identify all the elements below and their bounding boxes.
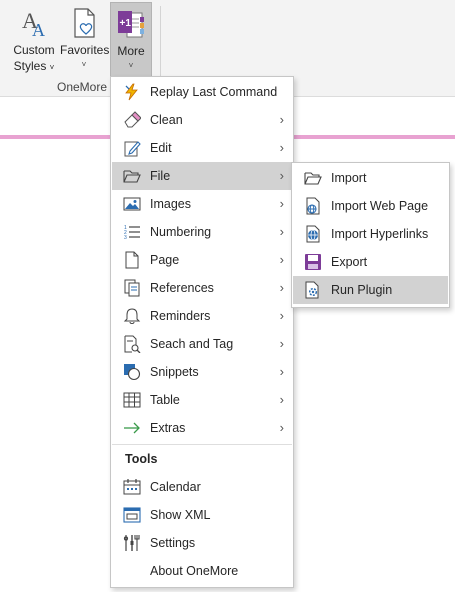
xml-window-icon — [123, 506, 141, 524]
save-export-icon — [304, 253, 322, 271]
chevron-right-icon: › — [279, 224, 284, 239]
web-page-icon — [304, 197, 322, 215]
numbered-list-icon: 1 2 3 — [123, 223, 141, 241]
chevron-right-icon: › — [279, 140, 284, 155]
chevron-right-icon: › — [279, 112, 284, 127]
pencil-icon — [123, 139, 141, 157]
chevron-right-icon: › — [279, 280, 284, 295]
page-icon — [123, 251, 141, 269]
lightning-icon — [123, 83, 141, 101]
table-icon — [123, 391, 141, 409]
menu-item-page[interactable]: Page › — [112, 246, 292, 274]
hyperlinks-icon — [304, 225, 322, 243]
menu-separator — [112, 444, 292, 445]
menu-item-show-xml[interactable]: Show XML — [112, 501, 292, 529]
svg-text:3: 3 — [124, 235, 127, 241]
svg-text:+1: +1 — [120, 18, 132, 29]
menu-item-settings[interactable]: Settings — [112, 529, 292, 557]
menu-item-numbering[interactable]: 1 2 3 Numbering › — [112, 218, 292, 246]
image-icon — [123, 195, 141, 213]
bell-icon — [123, 307, 141, 325]
favorites-icon — [69, 6, 99, 40]
custom-styles-icon: A A — [19, 6, 49, 40]
arrow-right-icon — [123, 419, 141, 437]
menu-item-calendar[interactable]: Calendar — [112, 473, 292, 501]
more-label: More — [117, 44, 145, 58]
submenu-item-import[interactable]: Import — [293, 164, 448, 192]
file-submenu: Import Import Web Page Import Hyperlinks — [291, 162, 450, 308]
menu-item-snippets[interactable]: Snippets › — [112, 358, 292, 386]
references-icon — [123, 279, 141, 297]
eraser-icon — [123, 111, 141, 129]
chevron-right-icon: › — [279, 336, 284, 351]
snippets-icon — [123, 363, 141, 381]
svg-text:A: A — [32, 20, 45, 40]
chevron-right-icon: › — [279, 196, 284, 211]
chevron-right-icon: › — [279, 392, 284, 407]
chevron-right-icon: › — [279, 168, 284, 183]
favorites-label: Favorites — [60, 43, 110, 57]
menu-item-file[interactable]: File › — [112, 162, 292, 190]
menu-item-about-onemore[interactable]: About OneMore — [112, 557, 292, 585]
custom-styles-label: Custom Styles ˅ — [13, 43, 55, 73]
search-tag-icon — [123, 335, 141, 353]
plugin-icon — [304, 281, 322, 299]
menu-item-reminders[interactable]: Reminders › — [112, 302, 292, 330]
chevron-down-icon: ˅ — [49, 63, 55, 72]
chevron-down-icon: ˅ — [128, 61, 134, 70]
menu-item-table[interactable]: Table › — [112, 386, 292, 414]
settings-tools-icon — [123, 534, 141, 552]
menu-item-clean[interactable]: Clean › — [112, 106, 292, 134]
chevron-right-icon: › — [279, 252, 284, 267]
menu-item-replay-last-command[interactable]: Replay Last Command — [112, 78, 292, 106]
submenu-item-import-hyperlinks[interactable]: Import Hyperlinks — [293, 220, 448, 248]
submenu-item-import-web-page[interactable]: Import Web Page — [293, 192, 448, 220]
menu-item-references[interactable]: References › — [112, 274, 292, 302]
menu-item-extras[interactable]: Extras › — [112, 414, 292, 442]
menu-item-seach-and-tag[interactable]: Seach and Tag › — [112, 330, 292, 358]
menu-item-edit[interactable]: Edit › — [112, 134, 292, 162]
chevron-down-icon: ˅ — [81, 60, 87, 69]
submenu-item-run-plugin[interactable]: Run Plugin — [293, 276, 448, 304]
group-label: OneMore — [57, 80, 108, 94]
more-button[interactable]: +1 More ˅ — [110, 2, 152, 78]
tools-header: Tools — [125, 452, 158, 466]
custom-styles-button[interactable]: A A Custom Styles ˅ — [10, 2, 58, 78]
menu-item-images[interactable]: Images › — [112, 190, 292, 218]
favorites-button[interactable]: Favorites ˅ — [60, 2, 110, 78]
submenu-item-export[interactable]: Export — [293, 248, 448, 276]
calendar-icon — [123, 478, 141, 496]
folder-icon — [123, 167, 141, 185]
onenote-more-icon: +1 — [116, 7, 146, 41]
folder-open-icon — [304, 169, 322, 187]
chevron-right-icon: › — [279, 420, 284, 435]
chevron-right-icon: › — [279, 364, 284, 379]
chevron-right-icon: › — [279, 308, 284, 323]
more-dropdown-menu: Replay Last Command Clean › Edit › File … — [110, 76, 294, 588]
